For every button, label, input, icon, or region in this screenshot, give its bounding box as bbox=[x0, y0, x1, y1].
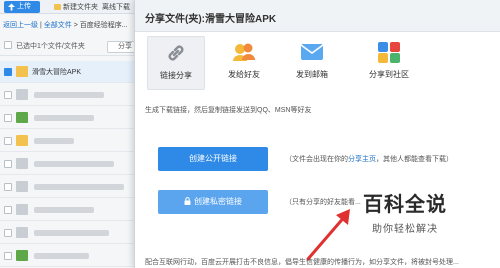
new-folder-label: 新建文件夹 bbox=[63, 4, 98, 11]
folder-icon bbox=[54, 4, 61, 10]
blurred-filename bbox=[34, 92, 104, 98]
private-link-label: 创建私密链接 bbox=[194, 197, 242, 206]
all-files-link[interactable]: 全部文件 bbox=[44, 22, 72, 29]
tab-label: 发给好友 bbox=[228, 70, 260, 79]
tab-link-share[interactable]: 链接分享 bbox=[147, 36, 205, 90]
watermark-title: 百科全说 bbox=[363, 194, 447, 216]
watermark: 百科全说 助你轻松解决 bbox=[330, 188, 480, 244]
public-note-suffix: ，其他人都能查看下载） bbox=[376, 156, 453, 163]
watermark-subtitle: 助你轻松解决 bbox=[372, 224, 438, 235]
breadcrumb-arrow: > bbox=[73, 22, 78, 29]
row-checkbox[interactable] bbox=[4, 91, 12, 99]
blurred-filename bbox=[34, 253, 89, 259]
public-link-note: （文件会出现在你的分享主页，其他人都能查看下载） bbox=[285, 154, 453, 164]
community-icon bbox=[378, 42, 400, 63]
tab-label: 发到邮箱 bbox=[296, 70, 328, 79]
file-name: 滑雪大冒险APK bbox=[32, 69, 82, 76]
blurred-filename bbox=[34, 115, 94, 121]
file-icon bbox=[16, 181, 28, 192]
row-checkbox[interactable] bbox=[4, 160, 12, 168]
create-private-link-button[interactable]: 创建私密链接 bbox=[158, 190, 268, 214]
tab-label: 链接分享 bbox=[160, 71, 192, 80]
offline-download-button[interactable]: 离线下载 bbox=[102, 2, 130, 12]
file-icon bbox=[16, 204, 28, 215]
breadcrumb-current: 百度经验程序... bbox=[79, 22, 128, 29]
selected-count-text: 已选中1个文件/文件夹 bbox=[16, 43, 85, 50]
new-folder-button[interactable]: 新建文件夹 bbox=[54, 2, 98, 12]
image-file-icon bbox=[16, 112, 28, 123]
footer-note: 配合互联网行动，百度云开展打击不良信息，倡导生信健康的传播行为，如分享文件，将被… bbox=[145, 259, 459, 266]
folder-icon bbox=[16, 135, 28, 146]
folder-icon bbox=[16, 66, 28, 77]
share-description: 生成下载链接，然后复制链接发送到QQ、MSN等好友 bbox=[145, 107, 312, 114]
mail-icon bbox=[300, 44, 324, 60]
blurred-filename bbox=[34, 161, 114, 167]
upload-icon bbox=[8, 3, 15, 11]
offline-download-label: 离线下载 bbox=[102, 4, 130, 11]
upload-button[interactable]: 上传 bbox=[4, 1, 40, 13]
create-public-link-button[interactable]: 创建公开链接 bbox=[158, 147, 268, 171]
file-icon bbox=[16, 227, 28, 238]
row-checkbox[interactable] bbox=[4, 137, 12, 145]
tab-label: 分享到社区 bbox=[369, 70, 409, 79]
lock-icon bbox=[184, 197, 191, 205]
share-label: 分享 bbox=[118, 43, 132, 50]
blurred-filename bbox=[34, 184, 124, 190]
public-note-prefix: （文件会出现在你的 bbox=[285, 156, 348, 163]
tab-share-community[interactable]: 分享到社区 bbox=[357, 36, 421, 90]
image-file-icon bbox=[16, 250, 28, 261]
row-checkbox[interactable] bbox=[4, 114, 12, 122]
breadcrumb-separator: | bbox=[39, 22, 42, 29]
share-homepage-link[interactable]: 分享主页 bbox=[348, 156, 376, 163]
blurred-filename bbox=[34, 207, 94, 213]
row-checkbox[interactable] bbox=[4, 229, 12, 237]
file-icon bbox=[16, 158, 28, 169]
link-icon bbox=[168, 45, 184, 61]
select-all-checkbox[interactable] bbox=[4, 41, 12, 49]
blurred-filename bbox=[34, 138, 74, 144]
dialog-title: 分享文件(夹):滑雪大冒险APK bbox=[145, 14, 277, 25]
upload-label: 上传 bbox=[17, 3, 31, 10]
row-checkbox[interactable] bbox=[4, 68, 12, 76]
row-checkbox[interactable] bbox=[4, 206, 12, 214]
tab-send-friend[interactable]: 发给好友 bbox=[215, 36, 273, 90]
friends-icon bbox=[233, 43, 255, 61]
row-checkbox[interactable] bbox=[4, 252, 12, 260]
back-link[interactable]: 返回上一级 bbox=[3, 22, 38, 29]
row-checkbox[interactable] bbox=[4, 183, 12, 191]
blurred-filename bbox=[34, 230, 109, 236]
tab-send-email[interactable]: 发到邮箱 bbox=[283, 36, 341, 90]
file-icon bbox=[16, 89, 28, 100]
dialog-header: 分享文件(夹):滑雪大冒险APK bbox=[135, 0, 500, 32]
